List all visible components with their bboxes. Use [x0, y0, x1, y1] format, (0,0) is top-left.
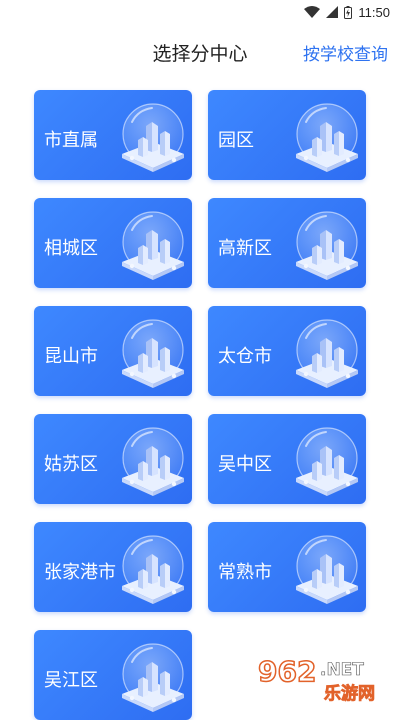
wifi-icon [304, 6, 321, 18]
center-card-label: 高新区 [218, 238, 272, 259]
signal-icon [326, 6, 339, 18]
city-globe-illustration [121, 211, 185, 281]
center-card-label: 昆山市 [44, 346, 98, 367]
center-card-wujiang[interactable]: 吴江区 [34, 630, 192, 720]
center-card-zhangjiagang[interactable]: 张家港市 [34, 522, 192, 612]
center-card-gaoxin[interactable]: 高新区 [208, 198, 366, 288]
center-card-label: 园区 [218, 130, 254, 151]
center-card-label: 张家港市 [44, 562, 116, 583]
center-card-shizhishu[interactable]: 市直属 [34, 90, 192, 180]
city-globe-illustration [121, 643, 185, 713]
city-globe-illustration [121, 427, 185, 497]
city-globe-illustration [295, 211, 359, 281]
watermark-net: .NET [320, 660, 364, 680]
center-card-taicang[interactable]: 太仓市 [208, 306, 366, 396]
status-bar: 11:50 [0, 0, 400, 24]
search-by-school-link[interactable]: 按学校查询 [303, 40, 388, 65]
city-globe-illustration [121, 535, 185, 605]
center-card-label: 姑苏区 [44, 454, 98, 475]
city-globe-illustration [295, 535, 359, 605]
city-globe-illustration [295, 319, 359, 389]
center-card-label: 太仓市 [218, 346, 272, 367]
center-card-label: 市直属 [44, 130, 98, 151]
city-globe-illustration [121, 319, 185, 389]
center-card-kunshan[interactable]: 昆山市 [34, 306, 192, 396]
center-card-wuzhong[interactable]: 吴中区 [208, 414, 366, 504]
city-globe-illustration [295, 427, 359, 497]
center-card-label: 吴江区 [44, 670, 98, 691]
center-card-label: 吴中区 [218, 454, 272, 475]
center-card-gusu[interactable]: 姑苏区 [34, 414, 192, 504]
center-card-xiangcheng[interactable]: 相城区 [34, 198, 192, 288]
battery-icon [344, 5, 353, 19]
center-card-label: 常熟市 [218, 562, 272, 583]
962-net-watermark-logo: 962 .NET 乐游网 [257, 654, 375, 704]
center-card-label: 相城区 [44, 238, 98, 259]
center-card-changshu[interactable]: 常熟市 [208, 522, 366, 612]
center-card-yuanqu[interactable]: 园区 [208, 90, 366, 180]
watermark-site-name: 乐游网 [324, 683, 375, 704]
city-globe-illustration [121, 103, 185, 173]
status-time: 11:50 [358, 4, 390, 20]
watermark-logo-number: 962 [258, 655, 316, 688]
city-globe-illustration [295, 103, 359, 173]
header: 选择分中心 按学校查询 [0, 24, 400, 80]
